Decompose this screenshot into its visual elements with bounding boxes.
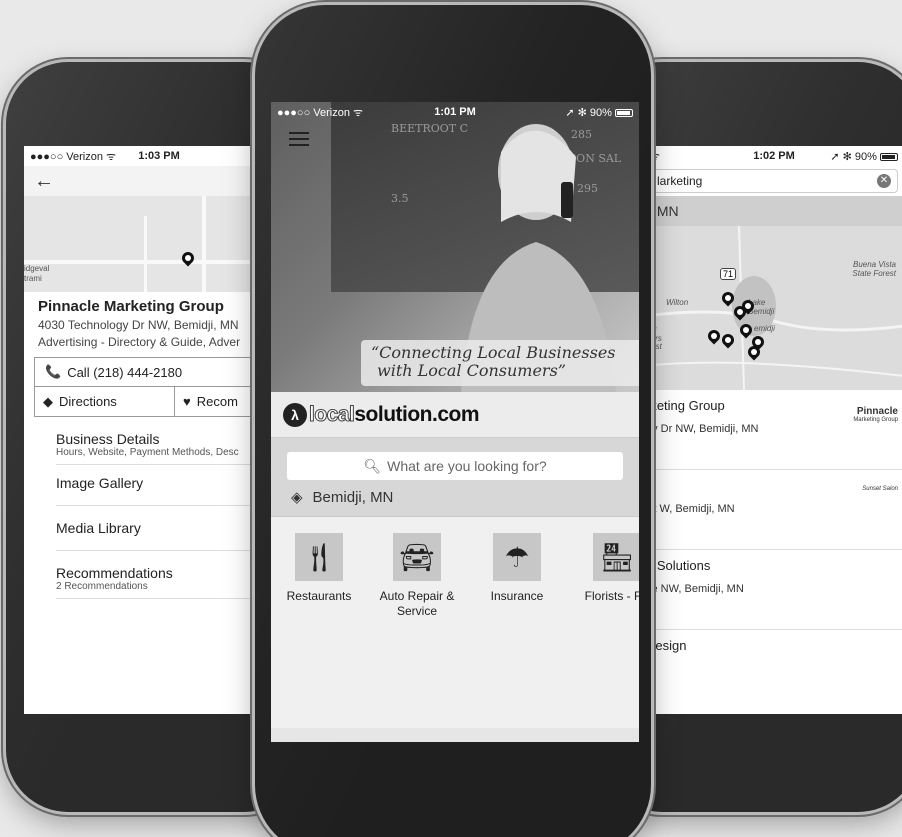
logo-text: Pinnacle <box>856 406 898 417</box>
center-phone: BEETROOT C DACON SAL 285 295 3.5 “Connec… <box>255 5 651 837</box>
highway-shield-icon: 71 <box>720 268 737 280</box>
business-map[interactable]: idgeval trami <box>24 196 294 292</box>
search-placeholder: What are you looking for? <box>387 458 547 474</box>
search-area: 🔍︎ What are you looking for? ◈ Bemidji, … <box>271 438 639 516</box>
result-logo: Pinnacle Marketing Group <box>853 406 898 423</box>
result-row[interactable]: rketing Group gy Dr NW, Bemidji, MN Pinn… <box>644 390 902 470</box>
directions-icon: ◆ <box>43 393 53 409</box>
status-right: ➚ ✻ 90% <box>830 150 898 163</box>
call-label: Call (218) 444-2180 <box>67 364 183 380</box>
category-label: Restaurants <box>286 589 352 603</box>
time: 1:03 PM <box>138 150 180 162</box>
status-bar: ᯤ 1:02 PM ➚ ✻ 90% <box>644 146 902 166</box>
category-list: 🍴︎ Restaurants 🚘︎ Auto Repair & Service … <box>271 516 639 728</box>
heart-icon: ♥ <box>183 394 191 409</box>
logo-subtext: Marketing Group <box>853 417 898 423</box>
logo-text-dark: solution.com <box>354 402 480 426</box>
location-value: Bemidji, MN <box>312 488 394 506</box>
result-address: gy Dr NW, Bemidji, MN <box>646 423 759 435</box>
back-arrow-icon[interactable]: ← <box>34 170 54 193</box>
battery-icon <box>880 152 898 161</box>
map-label: trami <box>24 274 42 283</box>
directions-button[interactable]: ◆ Directions <box>35 387 175 416</box>
status-icons: ➚ ✻ 90% <box>830 150 877 163</box>
category-label: Florists - Re <box>584 589 639 603</box>
umbrella-icon: ☂ <box>493 533 541 581</box>
right-screen: ᯤ 1:02 PM ➚ ✻ 90% larketing ✕ i, MN 71 W… <box>644 146 902 714</box>
tagline-line-1: “Connecting Local Businesses <box>371 343 616 362</box>
category-auto-repair[interactable]: 🚘︎ Auto Repair & Service <box>367 533 467 728</box>
logo-text: Sunset Salon <box>862 486 898 492</box>
search-input[interactable]: 🔍︎ What are you looking for? <box>287 452 623 480</box>
map-road <box>202 196 206 292</box>
restaurant-icon: 🍴︎ <box>295 533 343 581</box>
phone-icon: 📞 <box>45 364 62 379</box>
nav-bar: ← <box>24 166 294 196</box>
map-label: idgeval <box>24 264 50 273</box>
recommend-label: Recom <box>196 394 238 409</box>
florist-icon: 🏪︎ <box>593 533 639 581</box>
car-icon: 🚘︎ <box>393 533 441 581</box>
status-bar: ●●●○○ Verizon ᯤ 1:03 PM <box>24 146 294 166</box>
tagline-line-2: with Local Consumers” <box>377 361 566 380</box>
business-category: Advertising - Directory & Guide, Adver <box>38 335 241 349</box>
search-bar: larketing ✕ <box>644 166 902 196</box>
result-title: Design <box>646 638 687 653</box>
result-row[interactable]: g Solutions ve NW, Bemidji, MN <box>644 550 902 630</box>
category-label: Auto Repair & Service <box>379 589 455 618</box>
logo-text: localsolution.com <box>308 402 480 427</box>
search-input[interactable]: larketing ✕ <box>650 169 898 193</box>
directions-label: Directions <box>59 394 117 409</box>
status-icons: ➚ ✻ 90% <box>565 106 612 119</box>
result-row[interactable]: h St W, Bemidji, MN Sunset Salon <box>644 470 902 550</box>
logo-mark-icon: λ <box>283 402 307 427</box>
logo-text-light: local <box>308 402 355 426</box>
result-row[interactable]: Design <box>644 630 902 710</box>
result-address: St W, Bemidji, MN <box>646 503 735 515</box>
status-right: ➚ ✻ 90% <box>565 106 633 119</box>
clear-icon[interactable]: ✕ <box>877 174 891 188</box>
search-value: larketing <box>657 174 703 188</box>
map-road <box>144 216 147 292</box>
map-label: Buena Vista State Forest <box>852 260 896 278</box>
category-label: Insurance <box>490 589 544 603</box>
menu-icon[interactable] <box>289 132 309 150</box>
business-menu: Business Details Hours, Website, Payment… <box>24 425 294 599</box>
hero-banner: BEETROOT C DACON SAL 285 295 3.5 “Connec… <box>271 102 639 392</box>
center-screen: BEETROOT C DACON SAL 285 295 3.5 “Connec… <box>271 102 639 742</box>
map-label: Wilton <box>666 298 689 307</box>
location-field[interactable]: i, MN <box>644 196 902 226</box>
map-road <box>24 260 294 264</box>
result-address: ve NW, Bemidji, MN <box>646 583 744 595</box>
tagline: “Connecting Local Businesses with Local … <box>361 340 639 386</box>
result-title: g Solutions <box>646 558 711 573</box>
left-screen: ●●●○○ Verizon ᯤ 1:03 PM ← idgeval trami … <box>24 146 294 714</box>
business-name: Pinnacle Marketing Group <box>38 298 224 315</box>
results-list: rketing Group gy Dr NW, Bemidji, MN Pinn… <box>644 390 902 710</box>
status-bar: ●●●○○ Verizon ᯤ 1:01 PM ➚ ✻ 90% <box>271 102 639 122</box>
result-logo: Sunset Salon <box>862 486 898 492</box>
business-address: 4030 Technology Dr NW, Bemidji, MN <box>38 318 239 332</box>
location-selector[interactable]: ◈ Bemidji, MN <box>287 480 623 512</box>
battery-icon <box>615 108 633 117</box>
location-icon: ◈ <box>291 489 303 506</box>
brand-logo: λ localsolution.com <box>271 392 639 438</box>
search-icon: 🔍︎ <box>363 457 382 474</box>
category-restaurants[interactable]: 🍴︎ Restaurants <box>271 533 367 728</box>
category-insurance[interactable]: ☂ Insurance <box>467 533 567 728</box>
results-map[interactable]: 71 Wilton Lake Bemidji emidji Buena Vist… <box>644 226 902 390</box>
map-label: emidji <box>754 324 775 333</box>
category-florists[interactable]: 🏪︎ Florists - Re <box>567 533 639 728</box>
